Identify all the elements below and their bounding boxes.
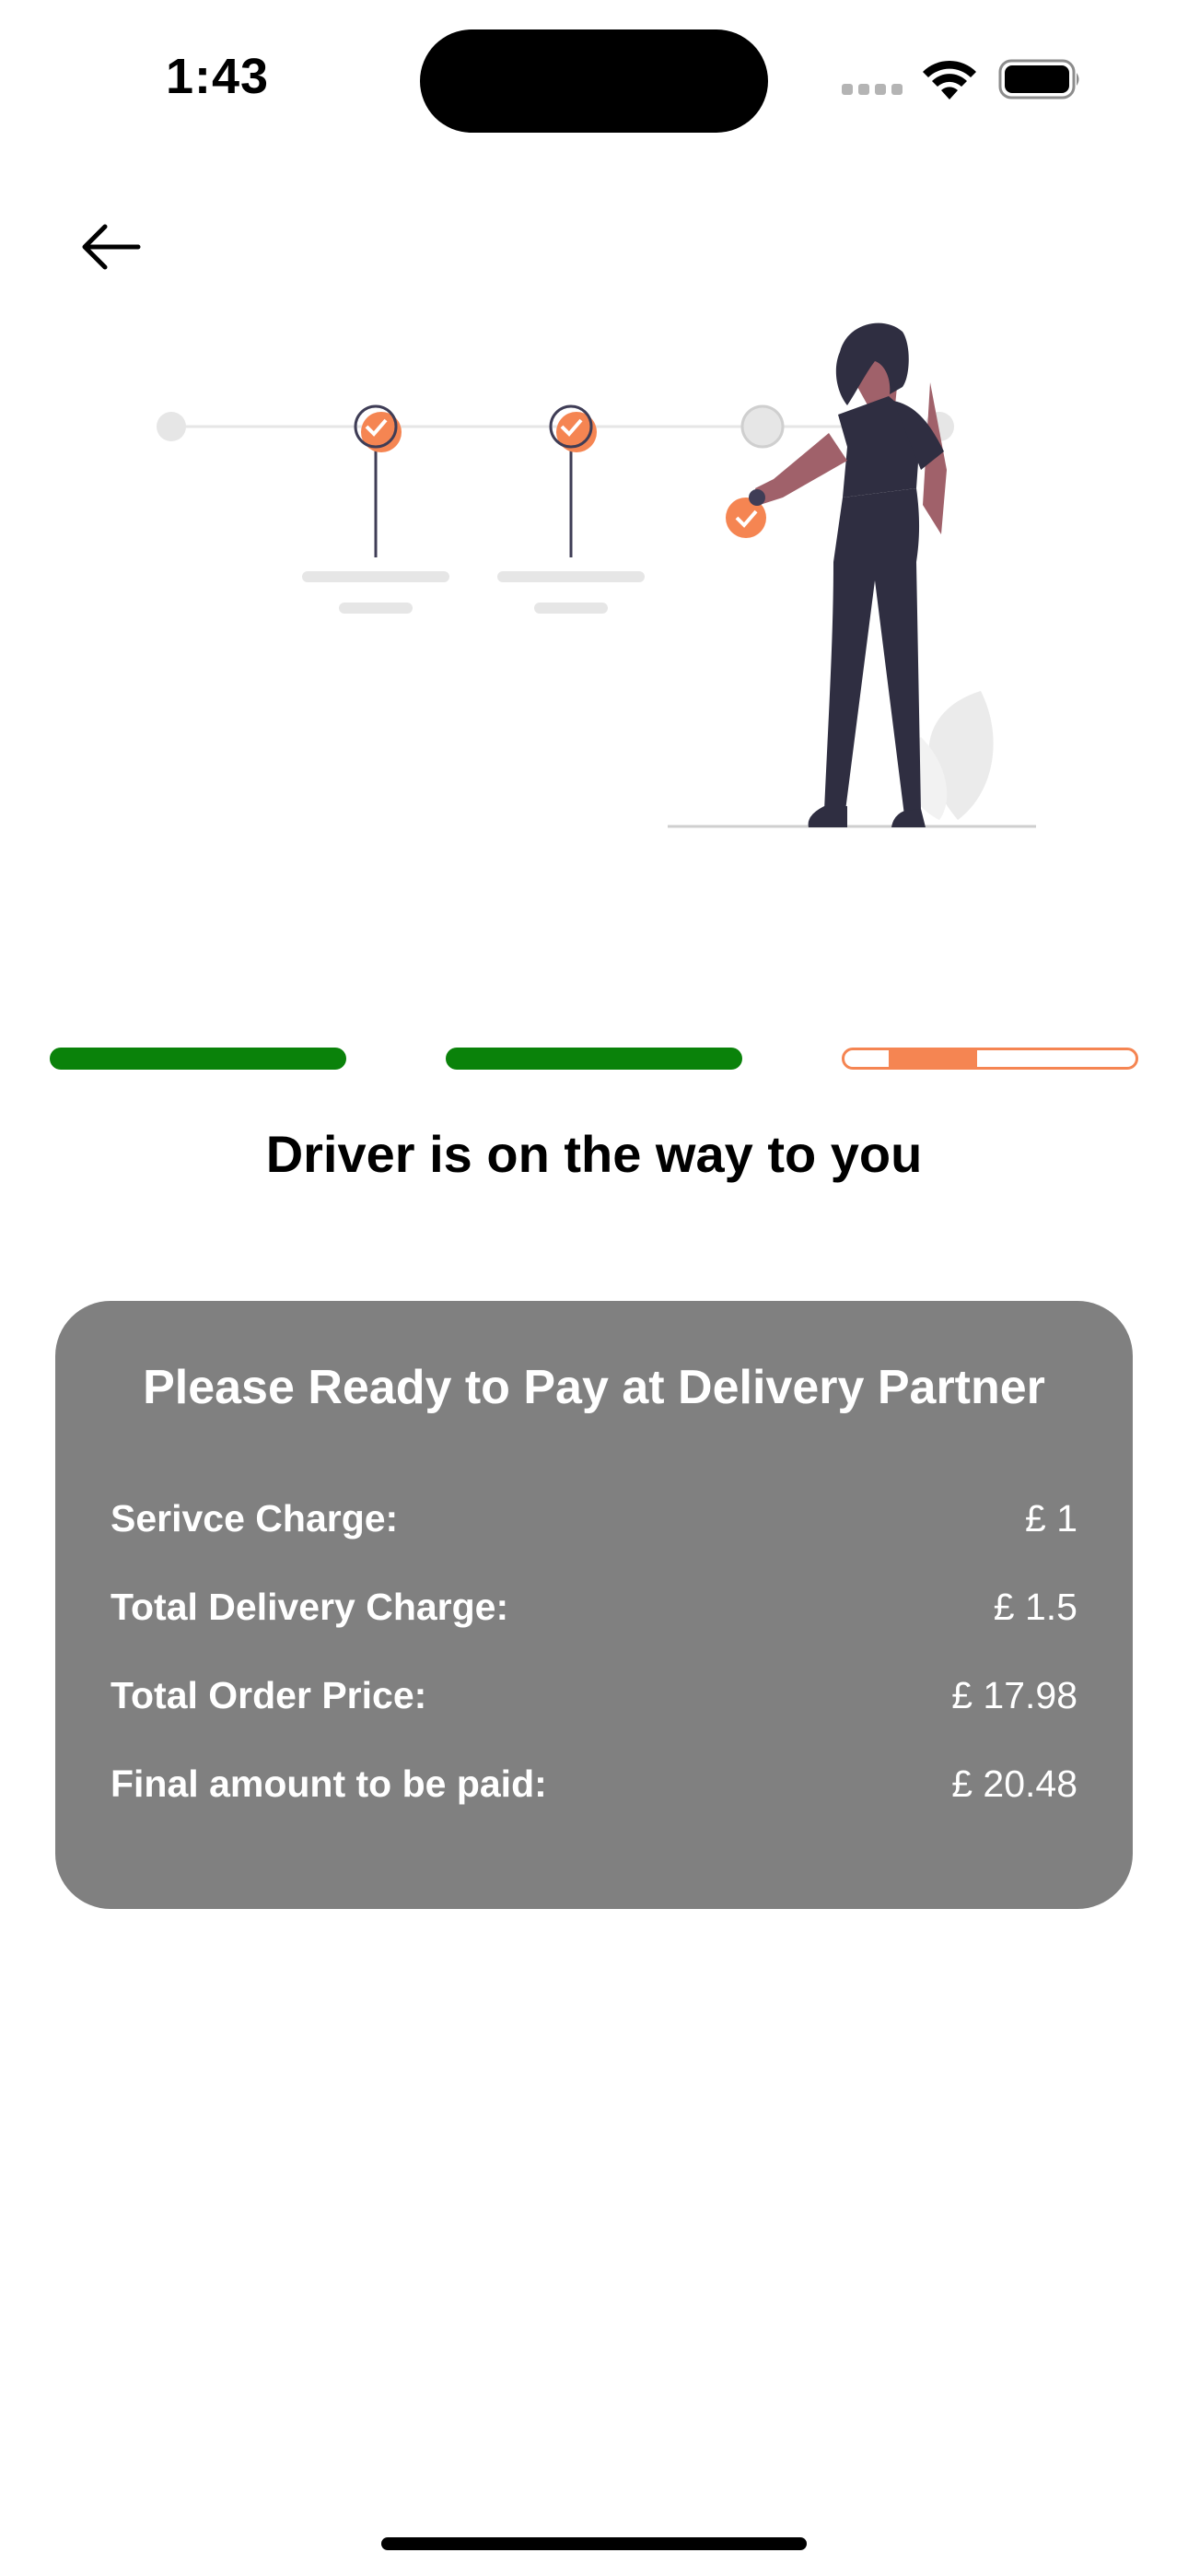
- progress-step-2: [446, 1048, 742, 1070]
- wifi-icon: [923, 60, 976, 100]
- row-value: £ 17.98: [951, 1673, 1077, 1716]
- dynamic-island: [420, 29, 768, 133]
- back-arrow-icon[interactable]: [74, 212, 147, 286]
- row-label: Total Delivery Charge:: [111, 1585, 509, 1628]
- order-price-row: Total Order Price: £ 17.98: [111, 1668, 1077, 1723]
- row-label: Serivce Charge:: [111, 1496, 399, 1540]
- progress-step-1: [50, 1048, 346, 1070]
- status-time: 1:43: [166, 49, 270, 104]
- row-value: £ 1: [1025, 1496, 1077, 1540]
- progress-step-3: [842, 1048, 1138, 1070]
- delivery-charge-row: Total Delivery Charge: £ 1.5: [111, 1579, 1077, 1634]
- row-label: Final amount to be paid:: [111, 1762, 547, 1805]
- cellular-signal-icon: [842, 83, 908, 100]
- payment-summary-card: Please Ready to Pay at Delivery Partner …: [55, 1301, 1133, 1909]
- progress-step-3-fill: [889, 1050, 977, 1067]
- final-amount-row: Final amount to be paid: £ 20.48: [111, 1756, 1077, 1811]
- home-indicator[interactable]: [381, 2537, 807, 2550]
- service-charge-row: Serivce Charge: £ 1: [111, 1491, 1077, 1546]
- row-value: £ 1.5: [993, 1585, 1077, 1628]
- delivery-tracking-illustration: [157, 322, 1036, 828]
- delivery-status-title: Driver is on the way to you: [265, 1125, 923, 1183]
- row-label: Total Order Price:: [111, 1673, 427, 1716]
- battery-icon: [998, 59, 1079, 100]
- payment-card-title: Please Ready to Pay at Delivery Partner: [143, 1361, 1045, 1414]
- row-value: £ 20.48: [951, 1762, 1077, 1805]
